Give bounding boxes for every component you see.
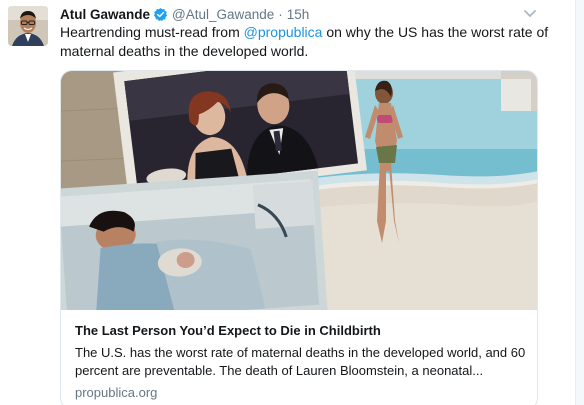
tweet[interactable]: Atul Gawande @Atul_Gawande · 15h Heartre… (0, 0, 584, 405)
card-text[interactable]: The Last Person You’d Expect to Die in C… (75, 322, 527, 401)
verified-badge-icon (153, 7, 168, 22)
tweet-text: Heartrending must-read from @propublica … (60, 23, 550, 61)
link-card[interactable]: The Last Person You’d Expect to Die in C… (60, 70, 538, 405)
avatar[interactable] (8, 6, 48, 46)
separator-dot: · (278, 6, 283, 22)
card-photo (61, 71, 537, 310)
tweet-text-start: Heartrending must-read from (60, 24, 244, 40)
author-handle[interactable]: @Atul_Gawande (172, 7, 274, 22)
chevron-down-icon[interactable] (522, 6, 538, 22)
column-divider (575, 0, 584, 405)
tweet-header: Atul Gawande @Atul_Gawande · 15h (60, 6, 309, 22)
card-title[interactable]: The Last Person You’d Expect to Die in C… (75, 322, 527, 339)
avatar-image (8, 6, 48, 46)
mention-link[interactable]: @propublica (244, 24, 323, 40)
card-description: The U.S. has the worst rate of maternal … (75, 345, 526, 378)
card-domain: propublica.org (75, 385, 158, 400)
author-name[interactable]: Atul Gawande (60, 7, 150, 22)
card-image[interactable] (61, 71, 537, 310)
tweet-timestamp[interactable]: 15h (287, 7, 310, 22)
